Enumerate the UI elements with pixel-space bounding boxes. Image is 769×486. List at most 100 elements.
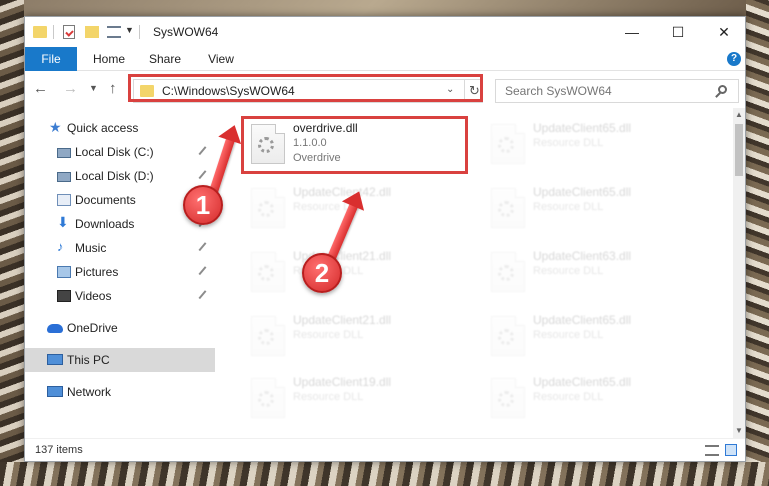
sidebar-item-quick-access[interactable]: ★ Quick access: [25, 116, 215, 140]
tab-file[interactable]: File: [25, 47, 77, 71]
new-folder-icon[interactable]: [85, 26, 99, 38]
file-name: UpdateClient65.dll: [533, 121, 632, 135]
gear-icon: [498, 391, 514, 407]
pin-icon: [198, 290, 210, 302]
gear-icon: [258, 201, 274, 217]
list-item[interactable]: UpdateClient65.dll Resource DLL: [483, 116, 713, 174]
address-bar-highlight: [128, 74, 483, 102]
sidebar-item-label: Quick access: [67, 121, 139, 135]
network-icon: [47, 386, 63, 397]
vertical-scrollbar[interactable]: ▲ ▼: [733, 108, 745, 438]
file-highlight: [241, 116, 468, 174]
sidebar-item-label: Documents: [75, 193, 136, 207]
computer-icon: [47, 354, 63, 365]
sidebar-item-label: Downloads: [75, 217, 135, 231]
window-title: SysWOW64: [153, 25, 219, 39]
scroll-down-arrow-icon[interactable]: ▼: [733, 424, 745, 438]
list-item[interactable]: UpdateClient42.dll Resource DLL: [243, 180, 473, 238]
toolbar-divider: [53, 25, 54, 39]
dll-file-icon: [251, 252, 285, 292]
sidebar-item-this-pc[interactable]: This PC: [25, 348, 215, 372]
list-item[interactable]: UpdateClient63.dll Resource DLL: [483, 244, 713, 302]
list-item[interactable]: UpdateClient21.dll Resource DLL: [243, 244, 473, 302]
sidebar-item-label: Local Disk (C:): [75, 145, 154, 159]
file-explorer-window: ▼ SysWOW64 — ☐ ✕ File Home Share View ? …: [24, 16, 746, 462]
file-name: UpdateClient65.dll: [533, 313, 632, 327]
sidebar-item-label: Music: [75, 241, 107, 255]
dll-file-icon: [491, 378, 525, 418]
sidebar-item-network[interactable]: Network: [25, 380, 215, 404]
file-type: Resource DLL: [533, 329, 604, 341]
tab-view[interactable]: View: [201, 47, 241, 71]
sidebar-item-label: Local Disk (D:): [75, 169, 154, 183]
sidebar-item-local-disk-d[interactable]: Local Disk (D:): [25, 164, 215, 188]
help-icon[interactable]: ?: [727, 52, 741, 66]
minimize-button[interactable]: —: [609, 17, 655, 47]
sidebar-item-label: Network: [67, 385, 112, 399]
list-item[interactable]: UpdateClient65.dll Resource DLL: [483, 308, 713, 366]
search-input[interactable]: [496, 80, 711, 102]
close-button[interactable]: ✕: [701, 17, 745, 47]
file-list: overdrive.dll 1.1.0.0 Overdrive UpdateCl…: [215, 108, 733, 438]
sidebar-item-label: This PC: [67, 353, 110, 367]
up-button[interactable]: ↑: [109, 80, 117, 97]
list-item[interactable]: UpdateClient19.dll Resource DLL: [243, 370, 473, 428]
list-item[interactable]: UpdateClient65.dll Resource DLL: [483, 370, 713, 428]
sidebar-item-label: OneDrive: [67, 321, 118, 335]
sidebar-item-onedrive[interactable]: OneDrive: [25, 316, 215, 340]
step-badge-2: 2: [302, 253, 342, 293]
file-name: UpdateClient21.dll: [293, 313, 392, 327]
file-type: Resource DLL: [533, 391, 604, 403]
file-name: UpdateClient63.dll: [533, 249, 632, 263]
item-count: 137 items: [35, 444, 83, 456]
file-type: Resource DLL: [533, 137, 604, 149]
drive-icon: [57, 172, 71, 182]
dll-file-icon: [251, 378, 285, 418]
sidebar-item-videos[interactable]: Videos: [25, 284, 215, 308]
maximize-button[interactable]: ☐: [655, 17, 701, 47]
view-menu-icon[interactable]: [107, 26, 121, 38]
forward-button[interactable]: →: [63, 80, 78, 97]
file-name: UpdateClient19.dll: [293, 375, 392, 389]
scroll-thumb[interactable]: [735, 124, 743, 176]
tab-share[interactable]: Share: [143, 47, 187, 71]
file-type: Resource DLL: [533, 201, 604, 213]
tab-home[interactable]: Home: [85, 47, 133, 71]
back-button[interactable]: ←: [33, 80, 48, 97]
gear-icon: [258, 329, 274, 345]
search-icon[interactable]: [718, 85, 727, 94]
dll-file-icon: [491, 124, 525, 164]
file-name: UpdateClient42.dll: [293, 185, 392, 199]
sidebar-item-pictures[interactable]: Pictures: [25, 260, 215, 284]
properties-icon[interactable]: [63, 25, 75, 39]
large-icons-view-icon[interactable]: [725, 444, 737, 456]
gear-icon: [258, 391, 274, 407]
file-type: Resource DLL: [293, 329, 364, 341]
customize-toolbar-chevron-icon[interactable]: ▼: [125, 25, 134, 41]
drive-icon: [57, 148, 71, 158]
cloud-icon: [47, 324, 63, 333]
gear-icon: [498, 201, 514, 217]
folder-icon: [33, 26, 47, 38]
pictures-icon: [57, 266, 71, 278]
star-icon: ★: [49, 119, 62, 135]
recent-locations-chevron-icon[interactable]: ▼: [89, 83, 98, 93]
dll-file-icon: [491, 316, 525, 356]
file-name: UpdateClient65.dll: [533, 375, 632, 389]
gear-icon: [498, 137, 514, 153]
sidebar-item-label: Pictures: [75, 265, 119, 279]
dll-file-icon: [251, 316, 285, 356]
dll-file-icon: [251, 188, 285, 228]
scroll-up-arrow-icon[interactable]: ▲: [733, 108, 745, 122]
sidebar-item-local-disk-c[interactable]: Local Disk (C:): [25, 140, 215, 164]
sidebar-item-music[interactable]: ♪ Music: [25, 236, 215, 260]
gear-icon: [498, 265, 514, 281]
list-item[interactable]: UpdateClient21.dll Resource DLL: [243, 308, 473, 366]
details-view-icon[interactable]: [705, 445, 719, 456]
videos-icon: [57, 290, 71, 302]
search-box[interactable]: [495, 79, 739, 103]
navigation-bar: ← → ▼ ↑ C:\Windows\SysWOW64 ⌄ ↻: [25, 72, 745, 108]
list-item[interactable]: UpdateClient65.dll Resource DLL: [483, 180, 713, 238]
status-bar: 137 items: [25, 438, 745, 461]
download-icon: ⬇: [57, 214, 69, 230]
